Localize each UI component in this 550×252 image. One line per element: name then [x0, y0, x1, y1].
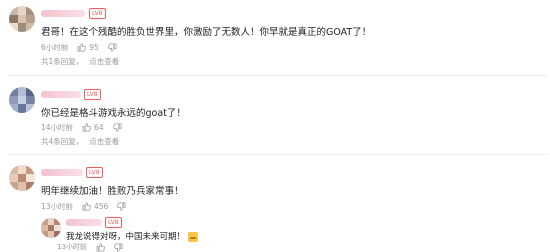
timestamp: 6小时前 [41, 43, 69, 52]
comment-item: LV8 你已经是格斗游戏永远的goat了！ 14小时前 64 共4条回复， 点击查… [0, 76, 550, 148]
thumbs-down-icon[interactable] [112, 123, 122, 132]
thumbs-up-icon[interactable] [82, 202, 91, 211]
comment-meta: 13小时前 456 [41, 201, 126, 212]
reply-text: 我龙说得对呀，中国未来可期！ [66, 230, 199, 242]
comment-item: LV8 君哥！在这个残酷的胜负世界里，你激励了无数人！你早就是真正的GOAT了！… [0, 0, 550, 72]
thumbs-down-icon[interactable] [107, 43, 117, 52]
thumbs-down-icon[interactable] [117, 202, 126, 211]
reply-count: 共1条回复， [41, 57, 84, 66]
comment-text: 你已经是格斗游戏永远的goat了！ [41, 108, 186, 119]
thumbs-down-icon[interactable] [114, 243, 123, 252]
like-count: 456 [94, 202, 109, 211]
username[interactable] [41, 169, 83, 176]
comment-text: 君哥！在这个残酷的胜负世界里，你激励了无数人！你早就是真正的GOAT了！ [41, 27, 372, 38]
view-replies-link[interactable]: 点击查看 [89, 137, 119, 146]
reply-meta: 13小时前 [57, 242, 123, 252]
thumbs-up-icon[interactable] [82, 123, 91, 132]
timestamp: 14小时前 [41, 123, 74, 132]
username[interactable] [66, 219, 102, 226]
comment-meta: 6小时前 95 [41, 42, 117, 53]
comment-meta: 14小时前 64 [41, 122, 122, 133]
reply-summary: 共4条回复， 点击查看 [41, 136, 119, 147]
thumbs-up-icon[interactable] [96, 243, 105, 252]
like-count: 64 [94, 123, 104, 132]
avatar[interactable] [9, 6, 35, 32]
emoji-icon [188, 231, 199, 242]
level-badge: LV8 [105, 217, 122, 228]
level-badge: LV8 [89, 8, 106, 19]
reply-text-content: 我龙说得对呀，中国未来可期！ [66, 232, 186, 242]
username[interactable] [41, 91, 81, 98]
comment-text: 明年继续加油！胜败乃兵家常事！ [41, 186, 184, 197]
avatar[interactable] [9, 87, 35, 113]
view-replies-link[interactable]: 点击查看 [89, 57, 119, 66]
level-badge: LV8 [86, 167, 103, 178]
reply-item: LV8 我龙说得对呀，中国未来可期！ 13小时前 [0, 213, 550, 252]
avatar[interactable] [9, 165, 35, 191]
thumbs-up-icon[interactable] [77, 43, 87, 52]
level-badge: LV8 [84, 89, 101, 100]
like-count: 95 [89, 43, 99, 52]
reply-count: 共4条回复， [41, 137, 84, 146]
timestamp: 13小时前 [41, 202, 74, 211]
reply-summary: 共1条回复， 点击查看 [41, 56, 119, 67]
comment-item: LV8 明年继续加油！胜败乃兵家常事！ 13小时前 456 LV8 我龙说得对呀… [0, 155, 550, 252]
timestamp: 13小时前 [57, 243, 87, 251]
username[interactable] [41, 10, 85, 17]
avatar[interactable] [41, 218, 61, 238]
